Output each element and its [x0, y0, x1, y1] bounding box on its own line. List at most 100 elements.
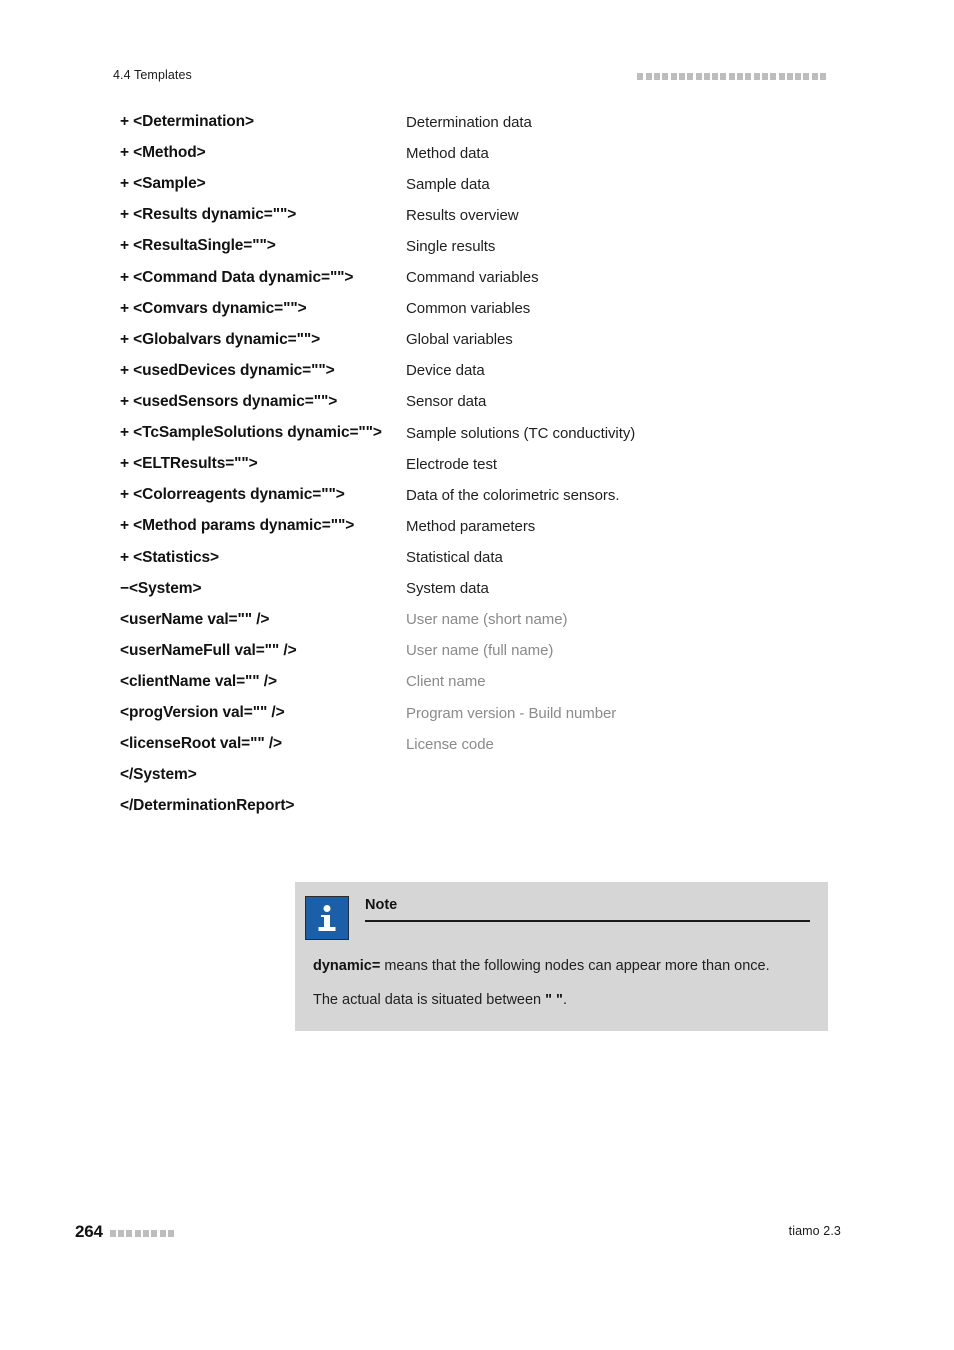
page-number: 264 — [75, 1222, 103, 1241]
page-footer: 264 tiamo 2.3 — [75, 1222, 841, 1244]
structure-row-description: System data — [406, 580, 489, 598]
decor-block — [662, 73, 669, 80]
decor-block — [720, 73, 727, 80]
xml-structure-list: + <Determination> Determination data + <Me… — [120, 112, 840, 828]
page-header: 4.4 Templates — [113, 68, 841, 88]
decor-block — [770, 73, 777, 80]
structure-row-tag: + <Method> — [120, 144, 206, 162]
info-icon-stem — [321, 914, 330, 927]
structure-row-tag: + <Method params dynamic=""> — [120, 517, 355, 535]
structure-row-description: Program version - Build number — [406, 704, 617, 722]
structure-row-tag: + <Statistics> — [120, 548, 219, 566]
decor-block — [637, 73, 644, 80]
structure-row: <clientName val="" /> Client name — [120, 672, 840, 693]
structure-row-tag: + <ELTResults=""> — [120, 455, 258, 473]
decor-block — [703, 73, 710, 80]
note-paragraph-2-after: . — [562, 992, 567, 1009]
structure-row-tag: + <TcSampleSolutions dynamic=""> — [120, 424, 382, 442]
note-title-wrap: Note — [365, 894, 810, 922]
structure-row: </System> — [120, 765, 840, 786]
structure-row-description: Client name — [406, 673, 486, 691]
note-body: dynamic= means that the following nodes … — [305, 956, 810, 1011]
header-decor-blocks — [637, 73, 826, 80]
structure-row-tag: <progVersion val="" /> — [120, 704, 285, 722]
structure-row-tag: + <Command Data dynamic=""> — [120, 268, 354, 286]
structure-row-tag: + <Determination> — [120, 113, 254, 130]
decor-block — [109, 1230, 116, 1237]
structure-row-description: Sample data — [406, 175, 490, 193]
decor-block — [687, 73, 694, 80]
structure-row-tag: + <Globalvars dynamic=""> — [120, 330, 321, 348]
note-paragraph-1-bold: dynamic= — [313, 958, 381, 974]
structure-row-tag: + <ResultaSingle=""> — [120, 237, 276, 255]
structure-row: + <Statistics> Statistical data — [120, 548, 840, 569]
structure-row-description: Method data — [406, 144, 489, 162]
structure-row-description: Sample solutions (TC conductivity) — [406, 424, 636, 442]
structure-row-description: Electrode test — [406, 455, 498, 473]
decor-block — [678, 73, 685, 80]
note-title: Note — [365, 897, 398, 913]
footer-decor-blocks — [109, 1230, 174, 1237]
structure-row: + <Results dynamic=""> Results overview — [120, 205, 840, 226]
structure-row-description: License code — [406, 735, 494, 753]
structure-row-tag: + <Colorreagents dynamic=""> — [120, 486, 345, 504]
structure-row-description: Data of the colorimetric sensors. — [406, 486, 620, 504]
info-icon-dot — [323, 905, 331, 912]
structure-row-description: Global variables — [406, 331, 513, 349]
structure-row: + <Determination> Determination data — [120, 112, 840, 133]
decor-block — [126, 1230, 133, 1237]
note-paragraph-1-rest: means that the following nodes can appea… — [380, 958, 770, 974]
structure-row-tag: + <Results dynamic=""> — [120, 206, 297, 224]
structure-row: <userName val="" /> User name (short name… — [120, 610, 840, 631]
structure-row-tag: −<System> — [120, 579, 202, 597]
structure-row: <userNameFull val="" /> User name (full n… — [120, 641, 840, 662]
structure-row-description: Single results — [406, 237, 496, 255]
decor-block — [654, 73, 661, 80]
decor-block — [803, 73, 810, 80]
structure-row-description: Common variables — [406, 300, 531, 318]
structure-row: + <Method params dynamic=""> Method param… — [120, 516, 840, 537]
structure-row-description: Statistical data — [406, 549, 503, 567]
structure-row-description: Command variables — [406, 269, 539, 287]
structure-row-description — [406, 796, 840, 797]
structure-row-tag: <clientName val="" /> — [120, 672, 277, 690]
decor-block — [159, 1230, 166, 1237]
note-box: Note dynamic= means that the following n… — [295, 882, 828, 1032]
note-paragraph-2-bold: " " — [545, 992, 563, 1009]
structure-row: + <ResultaSingle=""> Single results — [120, 236, 840, 257]
structure-row: + <Comvars dynamic=""> Common variables — [120, 299, 840, 320]
decor-block — [745, 73, 752, 80]
structure-row: −<System> System data — [120, 579, 840, 600]
decor-block — [795, 73, 802, 80]
structure-row-tag: </DeterminationReport> — [120, 797, 295, 815]
note-header: Note — [305, 894, 810, 940]
decor-block — [118, 1230, 125, 1237]
decor-block — [142, 1230, 149, 1237]
structure-row: + <Colorreagents dynamic=""> Data of the … — [120, 485, 840, 506]
structure-row-tag: <licenseRoot val="" /> — [120, 735, 282, 753]
decor-block — [761, 73, 768, 80]
structure-row: + <Globalvars dynamic=""> Global variable… — [120, 330, 840, 351]
decor-block — [737, 73, 744, 80]
structure-row: <progVersion val="" /> Program version - … — [120, 703, 840, 724]
structure-row-description: User name (full name) — [406, 642, 554, 660]
note-paragraph-2-before: The actual data is situated between — [313, 992, 546, 1009]
structure-row: + <usedSensors dynamic=""> Sensor data — [120, 392, 840, 413]
structure-row: + <Method> Method data — [120, 143, 840, 164]
note-paragraph-1: dynamic= means that the following nodes … — [313, 956, 782, 977]
decor-block — [712, 73, 719, 80]
structure-row-tag: + <usedSensors dynamic=""> — [120, 392, 338, 410]
structure-row: + <Command Data dynamic=""> Command varia… — [120, 268, 840, 289]
structure-row-description: Device data — [406, 362, 485, 380]
structure-row: </DeterminationReport> — [120, 796, 840, 817]
decor-block — [786, 73, 793, 80]
decor-block — [151, 1230, 158, 1237]
decor-block — [695, 73, 702, 80]
structure-row: + <Sample> Sample data — [120, 174, 840, 195]
structure-row-description: Method parameters — [406, 517, 536, 535]
decor-block — [753, 73, 760, 80]
decor-block — [134, 1230, 141, 1237]
structure-row-description: Determination data — [406, 113, 532, 131]
info-icon-base — [318, 927, 336, 931]
structure-row: + <ELTResults=""> Electrode test — [120, 454, 840, 475]
